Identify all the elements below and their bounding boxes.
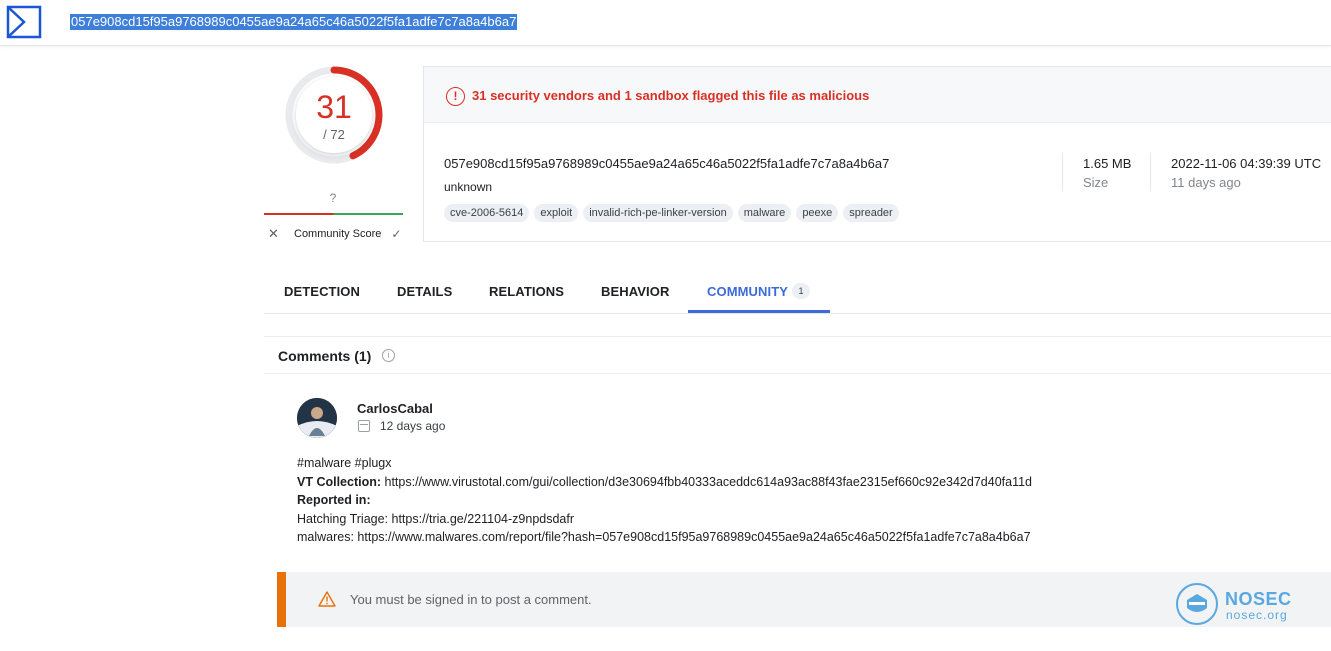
reported-in-label: Reported in: <box>297 493 371 507</box>
tag-chip[interactable]: cve-2006-5614 <box>444 204 530 222</box>
vt-collection-link[interactable]: https://www.virustotal.com/gui/collectio… <box>381 475 1033 489</box>
top-bar: 057e908cd15f95a9768989c0455ae9a24a65c46a… <box>0 0 1331 46</box>
virustotal-sigma-icon[interactable] <box>6 5 42 39</box>
tag-chip[interactable]: invalid-rich-pe-linker-version <box>583 204 733 222</box>
file-name: unknown <box>444 180 493 194</box>
divider <box>1062 153 1063 191</box>
file-hash: 057e908cd15f95a9768989c0455ae9a24a65c46a… <box>444 156 890 171</box>
tag-chip[interactable]: exploit <box>534 204 579 222</box>
malicious-alert: ! 31 security vendors and 1 sandbox flag… <box>424 67 1331 123</box>
x-icon[interactable]: ✕ <box>268 226 284 242</box>
comment-reported-label: Reported in: <box>297 491 1032 510</box>
alert-text: 31 security vendors and 1 sandbox flagge… <box>472 88 870 103</box>
comment-author[interactable]: CarlosCabal <box>357 401 433 416</box>
divider <box>1150 153 1151 191</box>
community-score-value: ? <box>329 191 337 205</box>
avatar[interactable] <box>297 398 337 438</box>
tab-bar: DETECTION DETAILS RELATIONS BEHAVIOR COM… <box>264 272 1331 314</box>
signin-notice: You must be signed in to post a comment.… <box>277 572 1331 627</box>
tag-list: cve-2006-5614 exploit invalid-rich-pe-link… <box>444 204 899 222</box>
watermark-url: nosec.org <box>1226 608 1288 622</box>
tab-behavior[interactable]: BEHAVIOR <box>601 284 669 299</box>
file-info-card: ! 31 security vendors and 1 sandbox flag… <box>423 66 1331 242</box>
comment-age: 12 days ago <box>380 419 446 433</box>
tab-community[interactable]: COMMUNITY <box>707 284 788 299</box>
analysis-date-value: 2022-11-06 04:39:39 UTC <box>1171 156 1322 171</box>
nosec-logo-icon <box>1176 583 1218 625</box>
detection-score-ring: 31 / 72 <box>283 64 385 166</box>
tag-chip[interactable]: peexe <box>796 204 839 222</box>
comment-vt-collection: VT Collection: https://www.virustotal.co… <box>297 473 1032 492</box>
file-size-value: 1.65 MB <box>1083 156 1132 171</box>
comment-hashtags: #malware #plugx <box>297 456 392 470</box>
comment-reported-malwares[interactable]: malwares: https://www.malwares.com/repor… <box>297 528 1032 547</box>
community-score: ✕ Community Score ✓ <box>268 225 403 243</box>
community-score-bar <box>264 213 403 215</box>
signin-text: You must be signed in to post a comment. <box>350 592 592 607</box>
tab-relations[interactable]: RELATIONS <box>489 284 564 299</box>
analysis-date-relative: 11 days ago <box>1171 175 1241 190</box>
tag-chip[interactable]: spreader <box>843 204 899 222</box>
comments-title: Comments (1) <box>278 348 372 364</box>
comments-header: Comments (1) i <box>264 336 1331 374</box>
check-icon[interactable]: ✓ <box>391 227 401 241</box>
comment-reported-triage[interactable]: Hatching Triage: https://tria.ge/221104-… <box>297 510 1032 529</box>
tag-chip[interactable]: malware <box>737 204 792 222</box>
detections-count: 31 <box>316 89 352 125</box>
tab-details[interactable]: DETAILS <box>397 284 452 299</box>
warning-triangle-icon <box>318 591 336 607</box>
vt-collection-label: VT Collection: <box>297 474 382 489</box>
watermark-name: NOSEC <box>1225 589 1292 609</box>
calendar-icon <box>358 420 370 432</box>
nosec-watermark: NOSEC nosec.org <box>1175 582 1331 626</box>
community-count-badge: 1 <box>792 283 810 299</box>
search-input[interactable]: 057e908cd15f95a9768989c0455ae9a24a65c46a… <box>70 14 518 30</box>
user-avatar-icon <box>297 398 337 438</box>
alert-circle-icon: ! <box>446 87 465 106</box>
community-score-label: Community Score <box>294 228 382 240</box>
info-icon[interactable]: i <box>382 349 395 362</box>
detections-total: / 72 <box>323 127 345 142</box>
tab-detection[interactable]: DETECTION <box>284 284 360 299</box>
file-size-label: Size <box>1083 175 1109 190</box>
comment-body: #malware #plugx VT Collection: https://w… <box>297 454 1032 547</box>
active-tab-indicator <box>688 310 830 313</box>
